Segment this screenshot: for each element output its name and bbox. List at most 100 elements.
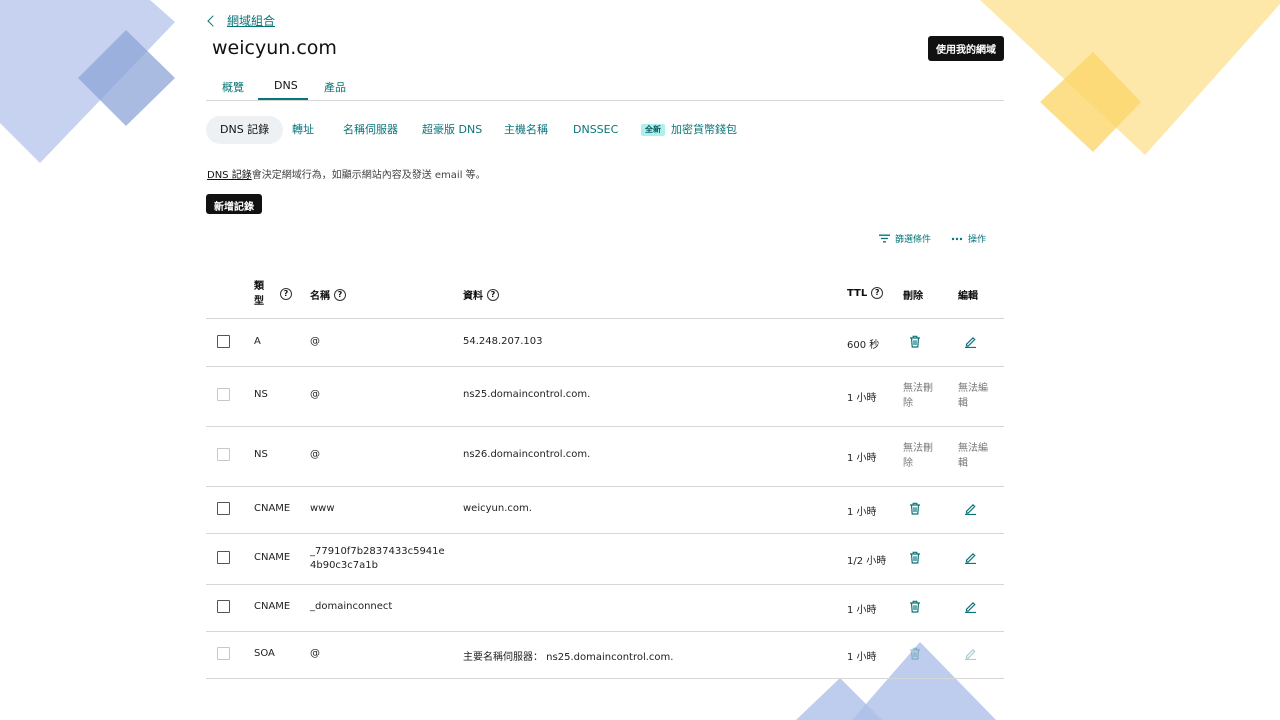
- record-ttl: 1/2 小時: [847, 555, 887, 567]
- edit-button[interactable]: [964, 335, 977, 353]
- subnav-crypto-wallet[interactable]: 全新 加密貨幣錢包: [641, 116, 737, 144]
- row-checkbox[interactable]: [217, 599, 230, 613]
- dns-description: DNS 記錄會決定網域行為，如顯示網站內容及發送 email 等。: [207, 166, 486, 181]
- chevron-left-icon: [207, 14, 219, 27]
- decorative-blue-shapes-top-left: [0, 0, 175, 163]
- back-link-label: 網域組合: [227, 14, 276, 28]
- help-icon[interactable]: ?: [487, 288, 499, 301]
- record-name: _77910f7b2837433c5941e4b90c3c7a1b: [310, 545, 445, 571]
- row-checkbox: [217, 646, 230, 660]
- table-row: CNAME _77910f7b2837433c5941e4b90c3c7a1b 1/…: [206, 533, 1004, 585]
- edit-button[interactable]: [964, 600, 977, 618]
- tab-products[interactable]: 產品: [324, 79, 346, 95]
- record-data: ns26.domaincontrol.com.: [463, 449, 591, 460]
- filter-label: 篩選條件: [894, 235, 931, 245]
- tab-bar: 概覽 DNS 產品: [206, 72, 1004, 101]
- record-data: 主要名稱伺服器： ns25.domaincontrol.com.: [463, 651, 674, 663]
- pencil-icon: [965, 503, 976, 515]
- subnav-dns-records[interactable]: DNS 記錄: [206, 116, 284, 144]
- table-toolbar: 篩選條件 操作: [878, 232, 986, 245]
- pencil-icon: [965, 601, 976, 613]
- delete-button[interactable]: [909, 335, 921, 353]
- header-type: 類型 ?: [254, 279, 292, 309]
- table-header: 類型 ? 名稱 ? 資料 ? TTL ? 刪除 編輯: [206, 270, 1004, 319]
- actions-button[interactable]: 操作: [951, 232, 986, 245]
- record-type: CNAME: [254, 551, 291, 563]
- record-type: A: [254, 335, 261, 347]
- trash-icon: [910, 502, 920, 515]
- cannot-edit-text: 無法編輯: [958, 383, 988, 409]
- delete-button[interactable]: [909, 600, 921, 618]
- record-data: weicyun.com.: [463, 502, 532, 514]
- cannot-edit-text: 無法編輯: [958, 443, 988, 469]
- header-ttl: TTL ?: [847, 287, 884, 299]
- delete-button: [909, 647, 921, 665]
- row-checkbox[interactable]: [217, 334, 230, 348]
- record-name: @: [310, 389, 320, 400]
- delete-button[interactable]: [909, 502, 921, 520]
- record-ttl: 600 秒: [847, 339, 880, 351]
- subnav-crypto-wallet-label: 加密貨幣錢包: [671, 123, 737, 136]
- subnav-hostnames[interactable]: 主機名稱: [504, 116, 548, 144]
- use-domain-button[interactable]: 使用我的網域: [928, 36, 1004, 61]
- table-row: SOA @ 主要名稱伺服器： ns25.domaincontrol.com. 1 小時: [206, 631, 1004, 679]
- help-icon[interactable]: ?: [280, 288, 292, 300]
- record-ttl: 1 小時: [847, 604, 877, 616]
- subnav-premium-dns[interactable]: 超豪版 DNS: [422, 116, 482, 144]
- page-title: weicyun.com: [212, 37, 337, 59]
- add-record-button[interactable]: 新增記錄: [206, 194, 262, 214]
- header-data: 資料 ?: [463, 287, 499, 302]
- edit-button[interactable]: [964, 502, 977, 520]
- decorative-yellow-shapes-top-right: [980, 0, 1280, 155]
- active-tab-indicator: [258, 98, 308, 100]
- subnav-nameservers[interactable]: 名稱伺服器: [343, 116, 398, 144]
- pencil-icon: [965, 336, 976, 348]
- row-checkbox[interactable]: [217, 501, 230, 515]
- edit-button: [964, 647, 977, 665]
- trash-icon: [910, 551, 920, 564]
- record-name: @: [310, 449, 320, 460]
- subnav-dnssec[interactable]: DNSSEC: [573, 116, 618, 144]
- record-name: _domainconnect: [310, 600, 393, 612]
- record-data: 54.248.207.103: [463, 335, 543, 347]
- back-link[interactable]: 網域組合: [207, 12, 276, 29]
- edit-button[interactable]: [964, 551, 977, 569]
- tab-overview[interactable]: 概覽: [222, 79, 244, 95]
- dns-records-link[interactable]: DNS 記錄: [207, 170, 252, 181]
- help-icon[interactable]: ?: [334, 288, 346, 301]
- pencil-icon: [965, 552, 976, 564]
- trash-icon: [910, 647, 920, 660]
- record-ttl: 1 小時: [847, 393, 877, 404]
- record-type: NS: [254, 389, 268, 400]
- table-row: A @54.248.207.103 600 秒: [206, 319, 1004, 367]
- delete-button[interactable]: [909, 551, 921, 569]
- record-ttl: 1 小時: [847, 506, 877, 518]
- record-type: CNAME: [254, 600, 291, 612]
- header-ttl-label: TTL: [847, 287, 868, 299]
- record-type: SOA: [254, 647, 275, 659]
- help-icon[interactable]: ?: [871, 287, 884, 299]
- actions-label: 操作: [967, 235, 986, 245]
- header-delete: 刪除: [903, 291, 923, 302]
- record-ttl: 1 小時: [847, 651, 877, 663]
- dns-page: 網域組合 weicyun.com 使用我的網域 概覽 DNS 產品 DNS 記錄…: [206, 0, 1004, 720]
- subnav-forwarding[interactable]: 轉址: [292, 116, 314, 144]
- filter-icon: [878, 234, 890, 243]
- trash-icon: [910, 335, 920, 348]
- record-type: NS: [254, 449, 268, 460]
- header-type-label: 類型: [254, 281, 264, 307]
- header-name-label: 名稱: [310, 291, 330, 302]
- filter-button[interactable]: 篩選條件: [878, 232, 931, 245]
- dns-description-text: 會決定網域行為，如顯示網站內容及發送 email 等。: [251, 170, 486, 181]
- new-badge: 全新: [641, 124, 665, 136]
- row-checkbox[interactable]: [217, 550, 230, 564]
- pencil-icon: [965, 648, 976, 660]
- record-ttl: 1 小時: [847, 453, 877, 464]
- record-type: CNAME: [254, 502, 291, 514]
- cannot-delete-text: 無法刪除: [903, 383, 933, 409]
- header-name: 名稱 ?: [310, 287, 346, 302]
- record-name: www: [310, 502, 335, 514]
- table-row: NS @ ns26.domaincontrol.com. 1 小時 無法刪除 無法編輯: [206, 426, 1004, 487]
- tab-dns[interactable]: DNS: [274, 79, 298, 92]
- table-row: NS @ ns25.domaincontrol.com. 1 小時 無法刪除 無法編輯: [206, 366, 1004, 427]
